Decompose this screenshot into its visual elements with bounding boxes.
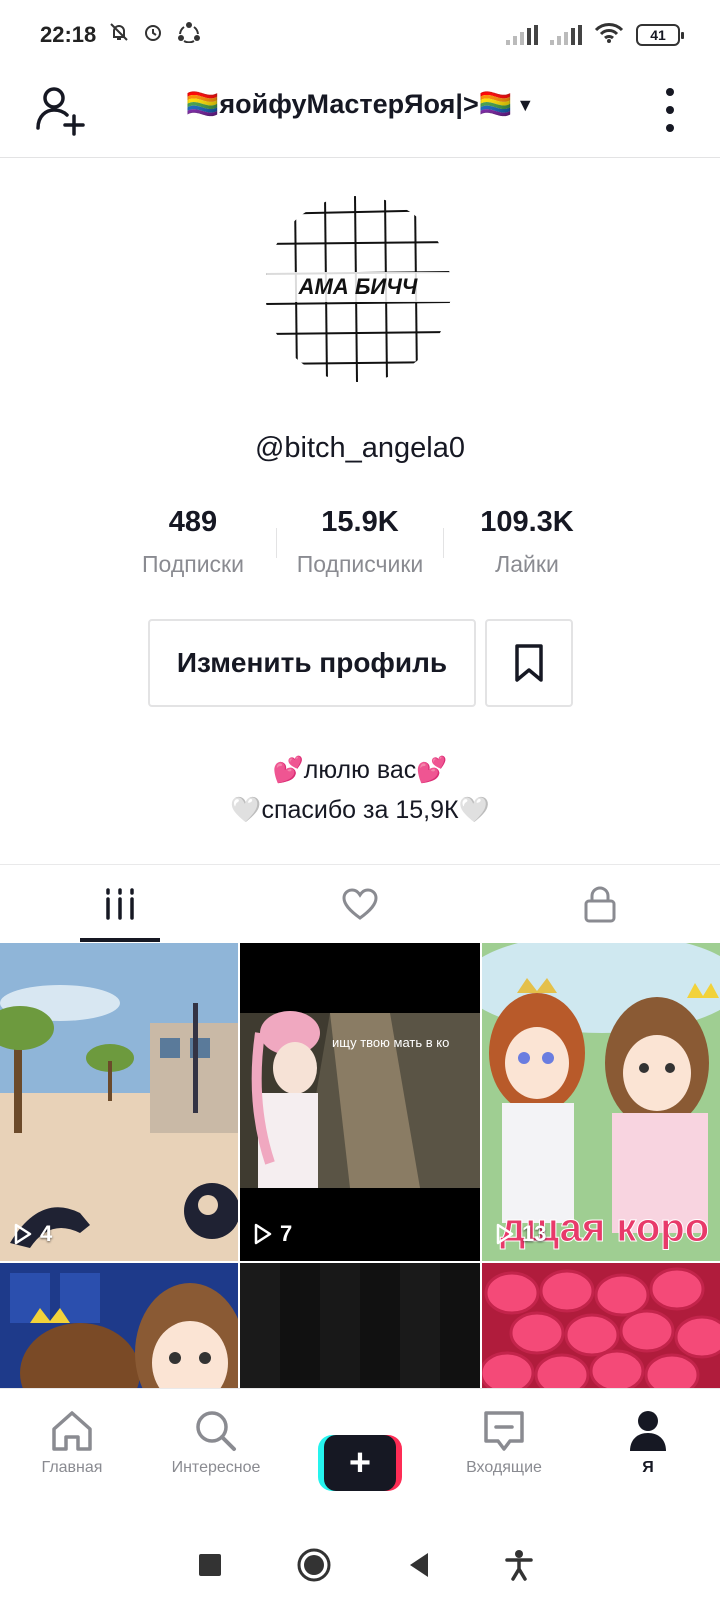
thumbnail-caption: ищу твою мать в ко (332, 1035, 450, 1050)
stat-value: 15.9K (321, 506, 399, 538)
status-time: 22:18 (40, 22, 97, 47)
video-grid: 4 ищу твою мать в ко 7 дщая коро 13 (0, 943, 720, 1388)
thumbnail-image (0, 1263, 238, 1388)
account-switcher[interactable]: 🏳️‍🌈яойфуМастерЯоя|>🏳️‍🌈 ▼ (0, 88, 720, 120)
video-thumbnail[interactable] (482, 1263, 720, 1388)
bottom-navigation: Главная Интересное + Входящие Я (0, 1388, 720, 1530)
view-count-value: 13 (522, 1221, 547, 1246)
video-thumbnail[interactable] (0, 1263, 238, 1388)
bio-line: 🤍спасибо за 15,9К🤍 (230, 796, 490, 824)
status-bar: 22:18 41 (0, 0, 720, 70)
stat-label: Подписки (142, 551, 244, 577)
thumbnail-image (482, 1263, 720, 1388)
nav-label: Главная (41, 1459, 103, 1476)
username: @bitch_angela0 (254, 432, 466, 464)
video-thumbnail[interactable]: ищу твою мать в ко 7 (240, 943, 480, 1261)
mute-bell-icon (108, 21, 130, 49)
inbox-icon (484, 1411, 524, 1451)
thumbnail-image (240, 1263, 480, 1388)
view-count: 13 (496, 1221, 546, 1247)
tab-liked[interactable] (240, 865, 480, 942)
sync-icon (176, 21, 202, 49)
nav-inbox[interactable]: Входящие (432, 1389, 576, 1530)
stat-value: 489 (168, 506, 218, 538)
nav-me[interactable]: Я (576, 1389, 720, 1530)
thumbnail-image (0, 943, 238, 1261)
system-navigation (0, 1530, 720, 1600)
avatar-text: АМА БИЧЧ (265, 272, 451, 302)
signal-icon (550, 25, 582, 45)
tab-videos[interactable] (0, 865, 240, 942)
view-count: 7 (254, 1221, 292, 1247)
wifi-icon (594, 22, 624, 49)
caret-down-icon: ▼ (516, 95, 535, 116)
favorites-button[interactable] (485, 619, 573, 707)
heart-icon (342, 887, 378, 920)
nav-label: Входящие (466, 1459, 542, 1476)
view-count: 4 (14, 1221, 52, 1247)
content-tabs (0, 864, 720, 942)
battery-level: 41 (650, 27, 666, 43)
stat-label: Лайки (495, 551, 559, 577)
home-icon (52, 1411, 92, 1451)
nav-label: Интересное (171, 1459, 261, 1476)
profile-stats: 489 Подписки 15.9K Подписчики 109.3K Лай… (110, 500, 610, 590)
stat-likes[interactable]: 109.3K Лайки (444, 500, 610, 590)
search-icon (196, 1411, 236, 1451)
stat-label: Подписчики (296, 551, 424, 577)
signal-icon (506, 25, 538, 45)
stat-followers[interactable]: 15.9K Подписчики (277, 500, 443, 590)
create-button[interactable]: + (318, 1435, 402, 1491)
thumbnail-image (240, 943, 480, 1261)
back-icon[interactable] (406, 1551, 432, 1579)
play-icon (14, 1223, 32, 1245)
nav-create[interactable]: + (288, 1389, 432, 1530)
battery-icon: 41 (636, 24, 684, 46)
edit-profile-button[interactable]: Изменить профиль (148, 619, 476, 707)
profile-icon (630, 1411, 666, 1451)
accessibility-icon[interactable] (505, 1549, 533, 1581)
videos-grid-icon (106, 887, 134, 920)
video-thumbnail[interactable] (240, 1263, 480, 1388)
profile-bio: 💕люлю вас💕 🤍спасибо за 15,9К🤍 (0, 750, 720, 830)
video-thumbnail[interactable]: 4 (0, 943, 238, 1261)
bookmark-icon (515, 644, 543, 682)
avatar[interactable]: АМА БИЧЧ (265, 196, 451, 382)
account-name: 🏳️‍🌈яойфуМастерЯоя|>🏳️‍🌈 (185, 89, 513, 119)
bio-line: 💕люлю вас💕 (272, 756, 448, 784)
nav-label: Я (642, 1459, 654, 1476)
play-icon (254, 1223, 272, 1245)
tab-private[interactable] (480, 865, 720, 942)
recents-icon[interactable] (197, 1552, 223, 1578)
stat-value: 109.3K (480, 506, 574, 538)
play-icon (496, 1223, 514, 1245)
home-button-icon[interactable] (296, 1547, 332, 1583)
nav-home[interactable]: Главная (0, 1389, 144, 1530)
video-thumbnail[interactable]: дщая коро 13 (482, 943, 720, 1261)
stat-following[interactable]: 489 Подписки (110, 500, 276, 590)
more-vertical-icon[interactable] (660, 88, 680, 132)
lock-icon (584, 886, 616, 922)
nav-discover[interactable]: Интересное (144, 1389, 288, 1530)
plus-icon: + (324, 1435, 396, 1491)
view-count-value: 4 (40, 1221, 53, 1246)
alarm-icon (142, 21, 164, 49)
view-count-value: 7 (280, 1221, 293, 1246)
profile-header: 🏳️‍🌈яойфуМастерЯоя|>🏳️‍🌈 ▼ (0, 70, 720, 158)
